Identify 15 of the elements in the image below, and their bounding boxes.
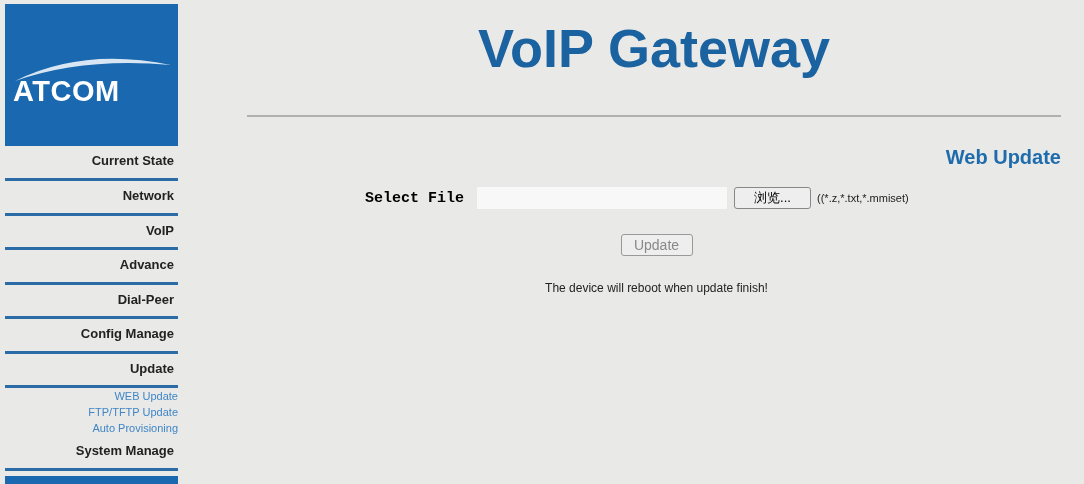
logo-text: ATCOM <box>13 74 121 108</box>
menu-item[interactable]: System Manage <box>5 436 178 472</box>
page-title: VoIP Gateway <box>476 17 832 80</box>
browse-button[interactable]: 浏览... <box>734 187 812 209</box>
menu-item[interactable]: Dial-Peer <box>5 284 178 320</box>
field-label: Select File <box>365 189 465 207</box>
menu-item[interactable]: Update <box>5 353 178 389</box>
menu-item[interactable]: VoIP <box>5 215 178 251</box>
menu-item[interactable]: Config Manage <box>5 319 178 354</box>
section-title: Web Update <box>945 146 1061 168</box>
menu-item[interactable]: Network <box>5 180 178 216</box>
menu-item[interactable]: Advance <box>5 250 178 285</box>
menu-item[interactable]: Current State <box>5 146 178 181</box>
reboot-note: The device will reboot when update finish! <box>545 281 768 295</box>
file-types-hint: ((*.z,*.txt,*.mmiset) <box>817 192 909 204</box>
